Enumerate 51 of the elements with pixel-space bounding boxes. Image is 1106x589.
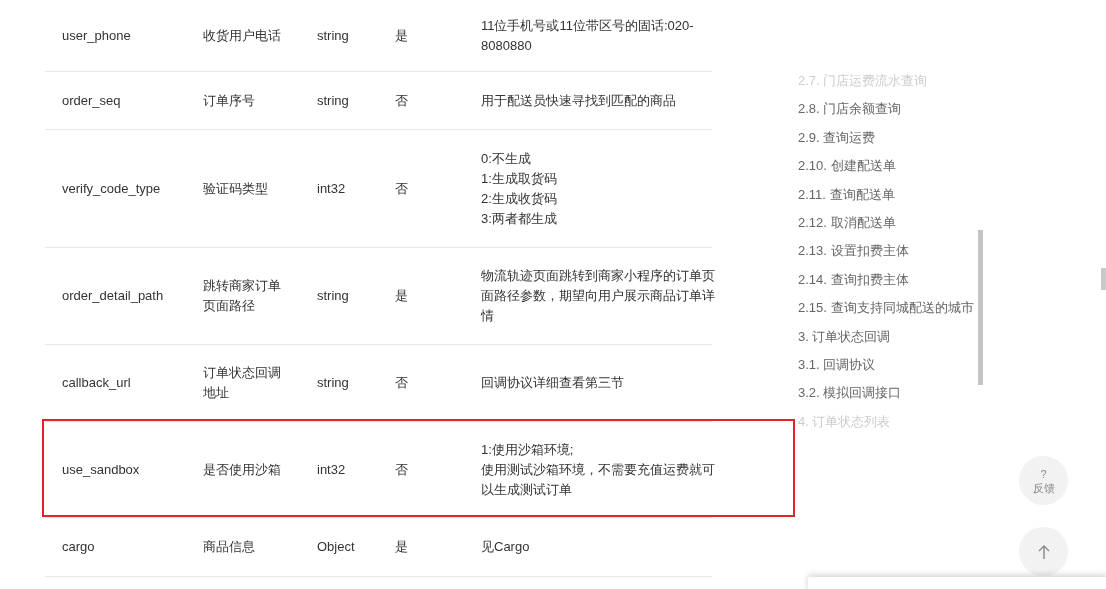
- back-to-top-button[interactable]: [1019, 527, 1068, 576]
- table-cell-text: 11位手机号或11位带区号的固话:020-8080880: [481, 16, 695, 55]
- table-cell-text: 用于配送员快速寻找到匹配的商品: [481, 91, 677, 110]
- toc-link[interactable]: 2.11. 查询配送单: [798, 180, 998, 209]
- toc-link[interactable]: 3.1. 回调协议: [798, 350, 998, 380]
- table-cell-text: 否: [395, 91, 409, 110]
- table-cell-text: string: [317, 91, 350, 110]
- table-cell-text: 订单状态回调地址: [203, 364, 282, 402]
- table-cell-text: 订单序号: [203, 91, 256, 110]
- feedback-button[interactable]: ? 反馈: [1019, 456, 1068, 505]
- toc-link[interactable]: 3.2. 模拟回调接口: [798, 379, 998, 408]
- up-arrow-icon: [1037, 544, 1050, 559]
- table-cell-text: int32: [317, 179, 347, 198]
- table-cell-text: 跳转商家订单页面路径: [203, 277, 282, 315]
- toc-link[interactable]: 2.9. 查询运费: [798, 123, 998, 153]
- table-cell-text: order_detail_path: [62, 287, 165, 305]
- page-scrollbar[interactable]: [1101, 268, 1106, 290]
- table-cell-text: string: [317, 374, 350, 392]
- table-cell-text: string: [317, 26, 350, 45]
- toc-link[interactable]: 2.13. 设置扣费主体: [798, 237, 998, 266]
- toc-link[interactable]: 2.14. 查询扣费主体: [798, 265, 998, 295]
- toc-scrollbar[interactable]: [978, 230, 983, 385]
- table-cell-text: user_phone: [62, 26, 132, 45]
- toc-link[interactable]: 2.10. 创建配送单: [798, 152, 998, 181]
- table-cell-text: 否: [395, 374, 409, 392]
- table-cell-text: 否: [395, 179, 409, 198]
- table-cell-text: 0:不生成 1:生成取货码 2:生成收货码 3:两者都生成: [481, 149, 558, 228]
- table-cell-text: 验证码类型: [203, 179, 269, 198]
- table-cell-text: 见Cargo: [481, 538, 531, 556]
- table-cell-text: 收货用户电话: [203, 26, 282, 45]
- table-cell-text: Object: [317, 538, 356, 556]
- toc-link[interactable]: 2.8. 门店余额查询: [798, 95, 998, 124]
- table-cell-text: 是: [395, 26, 409, 45]
- toc-link[interactable]: 2.15. 查询支持同城配送的城市: [798, 294, 998, 323]
- table-cell-text: callback_url: [62, 374, 132, 392]
- table-cell-text: 商品信息: [203, 538, 256, 556]
- table-cell-text: 是: [395, 538, 409, 556]
- table-cell-text: string: [317, 287, 350, 305]
- table-cell-text: verify_code_type: [62, 179, 162, 198]
- table-cell-text: cargo: [62, 538, 96, 556]
- table-cell-text: 物流轨迹页面跳转到商家小程序的订单页面路径参数，期望向用户展示商品订单详情: [481, 267, 716, 325]
- toc-link[interactable]: 2.12. 取消配送单: [798, 208, 998, 238]
- table-cell-text: 是: [395, 287, 409, 305]
- table-cell-text: 回调协议详细查看第三节: [481, 374, 625, 392]
- table-cell-text: 1:使用沙箱环境; 使用测试沙箱环境，不需要充值运费就可以生成测试订单: [481, 440, 716, 499]
- table-cell-text: use_sandbox: [62, 460, 141, 479]
- table-cell-text: int32: [317, 460, 347, 479]
- toc-link[interactable]: 3. 订单状态回调: [798, 322, 998, 351]
- table-cell-text: order_seq: [62, 91, 122, 110]
- table-cell-text: 否: [395, 460, 409, 479]
- table-cell-text: 是否使用沙箱: [203, 460, 282, 479]
